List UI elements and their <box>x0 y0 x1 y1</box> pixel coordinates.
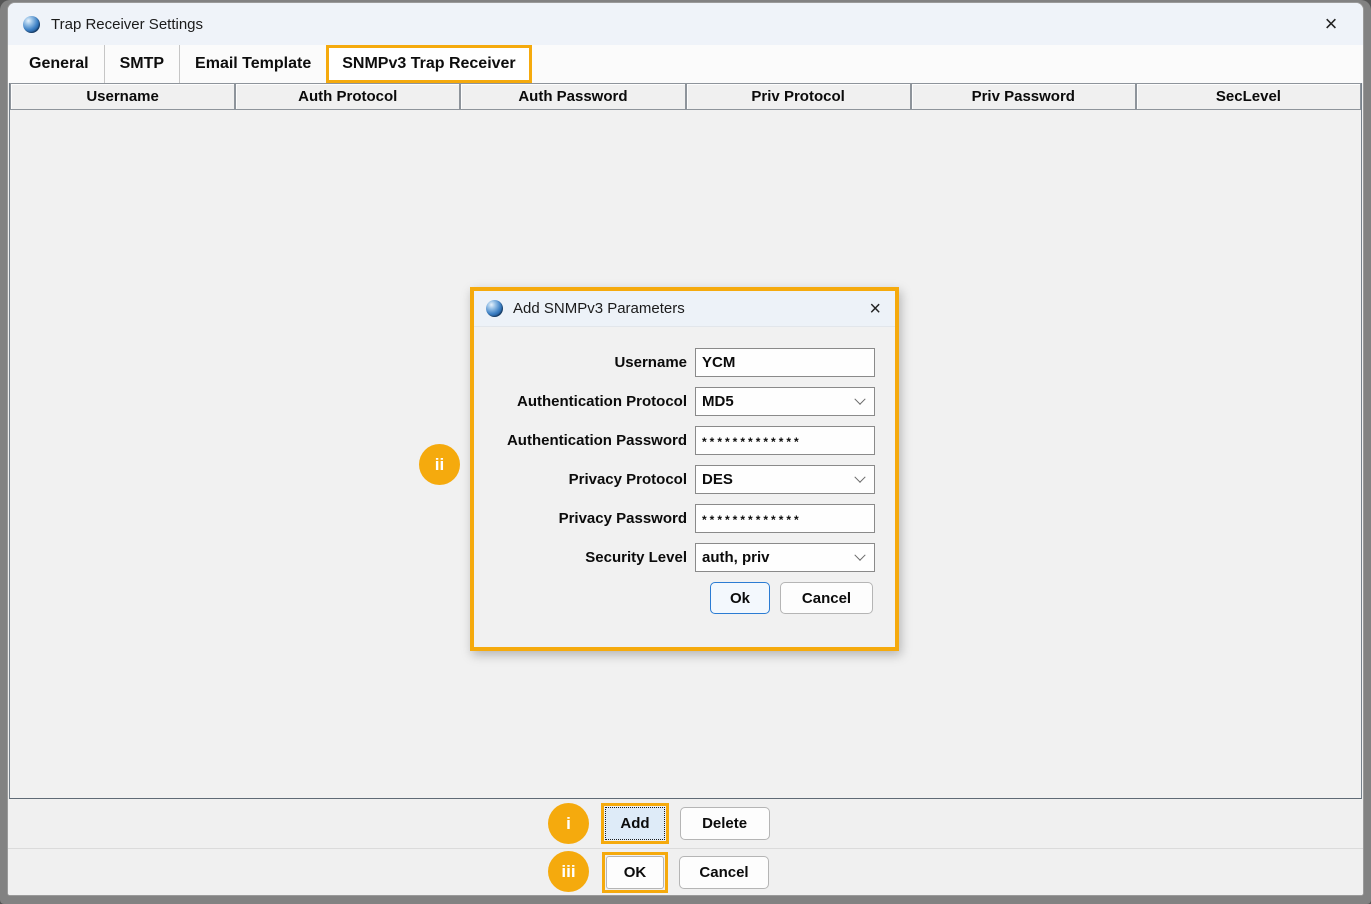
window-title: Trap Receiver Settings <box>51 16 203 33</box>
priv-password-label: Privacy Password <box>474 510 695 527</box>
security-level-select[interactable]: auth, priv <box>695 543 875 572</box>
username-input[interactable] <box>695 348 875 377</box>
modal-title-bar: Add SNMPv3 Parameters × <box>474 291 895 327</box>
priv-password-row: Privacy Password <box>474 504 895 533</box>
annotation-step-i: i <box>548 803 589 844</box>
column-header-seclevel[interactable]: SecLevel <box>1136 83 1361 110</box>
modal-globe-icon <box>486 300 503 317</box>
modal-button-row: Ok Cancel <box>474 582 895 614</box>
column-header-auth-protocol[interactable]: Auth Protocol <box>235 83 460 110</box>
annotation-box-ok: OK <box>602 852 668 893</box>
tab-smtp[interactable]: SMTP <box>104 45 179 83</box>
auth-protocol-label: Authentication Protocol <box>474 393 695 410</box>
auth-password-label: Authentication Password <box>474 432 695 449</box>
ok-button[interactable]: OK <box>606 856 664 889</box>
priv-protocol-value: DES <box>702 471 733 488</box>
annotation-box-add: Add <box>601 803 668 844</box>
annotation-step-ii: ii <box>419 444 460 485</box>
add-delete-row: Add Delete <box>8 799 1363 849</box>
security-level-value: auth, priv <box>702 549 770 566</box>
priv-password-input[interactable] <box>695 504 875 533</box>
column-header-priv-protocol[interactable]: Priv Protocol <box>686 83 911 110</box>
modal-title: Add SNMPv3 Parameters <box>513 300 685 317</box>
cancel-button[interactable]: Cancel <box>679 856 769 889</box>
auth-protocol-select[interactable]: MD5 <box>695 387 875 416</box>
close-icon[interactable]: × <box>1317 14 1345 34</box>
auth-protocol-value: MD5 <box>702 393 734 410</box>
ok-cancel-row: OK Cancel <box>8 849 1363 895</box>
tab-email-template[interactable]: Email Template <box>179 45 326 83</box>
priv-protocol-label: Privacy Protocol <box>474 471 695 488</box>
priv-protocol-select[interactable]: DES <box>695 465 875 494</box>
tab-snmpv3-trap-receiver[interactable]: SNMPv3 Trap Receiver <box>326 45 531 83</box>
security-level-row: Security Level auth, priv <box>474 543 895 572</box>
column-header-auth-password[interactable]: Auth Password <box>460 83 685 110</box>
chevron-down-icon <box>854 549 865 560</box>
column-header-priv-password[interactable]: Priv Password <box>911 83 1136 110</box>
auth-protocol-row: Authentication Protocol MD5 <box>474 387 895 416</box>
tab-general[interactable]: General <box>14 45 104 83</box>
username-row: Username <box>474 348 895 377</box>
auth-password-row: Authentication Password <box>474 426 895 455</box>
add-snmpv3-parameters-dialog: Add SNMPv3 Parameters × Username Authent… <box>470 287 899 651</box>
modal-body: Username Authentication Protocol MD5 Aut… <box>474 327 895 647</box>
window-frame: Trap Receiver Settings × General SMTP Em… <box>0 0 1371 904</box>
username-label: Username <box>474 354 695 371</box>
tab-bar: General SMTP Email Template SNMPv3 Trap … <box>8 45 1363 83</box>
modal-cancel-button[interactable]: Cancel <box>780 582 873 614</box>
modal-ok-button[interactable]: Ok <box>710 582 770 614</box>
security-level-label: Security Level <box>474 549 695 566</box>
chevron-down-icon <box>854 471 865 482</box>
auth-password-input[interactable] <box>695 426 875 455</box>
app-globe-icon <box>23 16 40 33</box>
column-header-username[interactable]: Username <box>10 83 235 110</box>
title-bar: Trap Receiver Settings × <box>8 3 1363 45</box>
priv-protocol-row: Privacy Protocol DES <box>474 465 895 494</box>
add-button[interactable]: Add <box>605 807 664 840</box>
annotation-step-iii: iii <box>548 851 589 892</box>
chevron-down-icon <box>854 393 865 404</box>
modal-close-icon[interactable]: × <box>869 300 881 318</box>
delete-button[interactable]: Delete <box>680 807 770 840</box>
table-header-row: Username Auth Protocol Auth Password Pri… <box>10 83 1361 110</box>
